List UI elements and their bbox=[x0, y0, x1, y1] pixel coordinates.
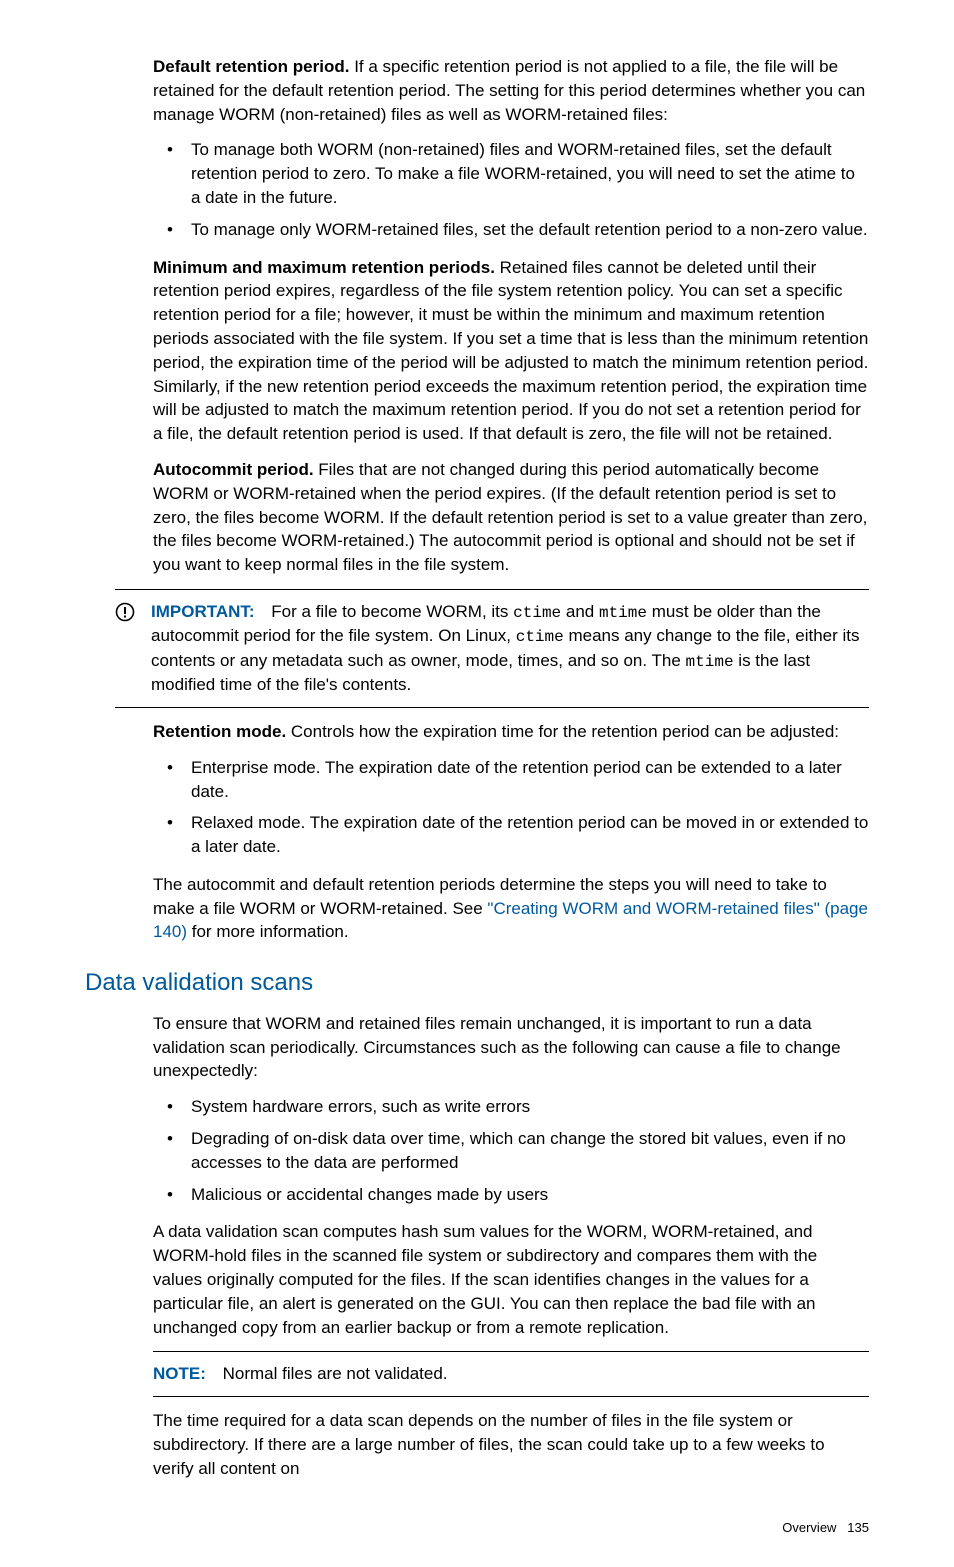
retention-mode-lead: Retention mode. bbox=[153, 722, 286, 741]
page-footer: Overview 135 bbox=[85, 1519, 869, 1537]
important-text-1: For a file to become WORM, its bbox=[271, 602, 513, 621]
code-ctime-2: ctime bbox=[516, 628, 564, 646]
note-admonition: NOTE: Normal files are not validated. bbox=[153, 1351, 869, 1397]
important-body: IMPORTANT: For a file to become WORM, it… bbox=[151, 600, 869, 697]
default-retention-paragraph: Default retention period. If a specific … bbox=[153, 55, 869, 126]
retention-mode-list: Enterprise mode. The expiration date of … bbox=[153, 756, 869, 859]
important-label: IMPORTANT: bbox=[151, 602, 255, 621]
summary-text-2: for more information. bbox=[187, 922, 349, 941]
code-mtime: mtime bbox=[599, 604, 647, 622]
validation-intro-paragraph: To ensure that WORM and retained files r… bbox=[153, 1012, 869, 1083]
footer-section: Overview bbox=[782, 1520, 836, 1535]
min-max-retention-paragraph: Minimum and maximum retention periods. R… bbox=[153, 256, 869, 446]
important-icon bbox=[115, 600, 151, 622]
autocommit-lead: Autocommit period. bbox=[153, 460, 314, 479]
list-item: To manage only WORM-retained files, set … bbox=[153, 218, 869, 242]
min-max-lead: Minimum and maximum retention periods. bbox=[153, 258, 495, 277]
important-text-2: and bbox=[561, 602, 599, 621]
default-retention-lead: Default retention period. bbox=[153, 57, 349, 76]
list-item: Enterprise mode. The expiration date of … bbox=[153, 756, 869, 804]
list-item: Relaxed mode. The expiration date of the… bbox=[153, 811, 869, 859]
retention-mode-paragraph: Retention mode. Controls how the expirat… bbox=[153, 720, 869, 744]
retention-mode-body: Controls how the expiration time for the… bbox=[286, 722, 839, 741]
list-item: Malicious or accidental changes made by … bbox=[153, 1183, 869, 1207]
code-mtime-2: mtime bbox=[686, 653, 734, 671]
list-item: To manage both WORM (non-retained) files… bbox=[153, 138, 869, 209]
note-text: Normal files are not validated. bbox=[223, 1364, 448, 1383]
data-validation-heading: Data validation scans bbox=[85, 966, 869, 1000]
note-label: NOTE: bbox=[153, 1364, 206, 1383]
validation-cause-list: System hardware errors, such as write er… bbox=[153, 1095, 869, 1206]
validation-scan-paragraph: A data validation scan computes hash sum… bbox=[153, 1220, 869, 1339]
footer-page-number: 135 bbox=[847, 1520, 869, 1535]
code-ctime: ctime bbox=[513, 604, 561, 622]
list-item: Degrading of on-disk data over time, whi… bbox=[153, 1127, 869, 1175]
autocommit-paragraph: Autocommit period. Files that are not ch… bbox=[153, 458, 869, 577]
important-admonition: IMPORTANT: For a file to become WORM, it… bbox=[115, 589, 869, 708]
list-item: System hardware errors, such as write er… bbox=[153, 1095, 869, 1119]
scan-time-paragraph: The time required for a data scan depend… bbox=[153, 1409, 869, 1480]
autocommit-summary-paragraph: The autocommit and default retention per… bbox=[153, 873, 869, 944]
min-max-body: Retained files cannot be deleted until t… bbox=[153, 258, 868, 444]
default-retention-list: To manage both WORM (non-retained) files… bbox=[153, 138, 869, 241]
